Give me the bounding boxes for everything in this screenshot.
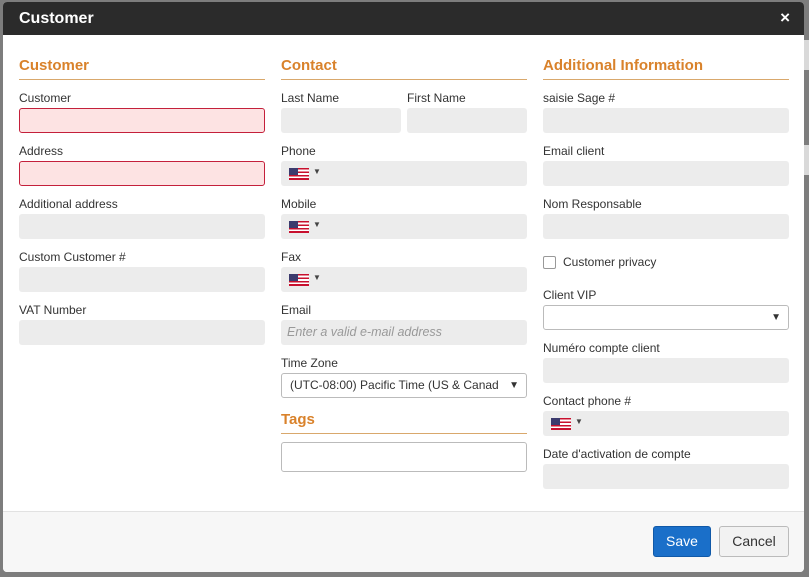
custom-customer-input[interactable] — [19, 267, 265, 292]
vat-label: VAT Number — [19, 303, 87, 317]
custom-customer-label: Custom Customer # — [19, 250, 126, 264]
save-button[interactable]: Save — [653, 526, 711, 557]
additional-info-section-title: Additional Information — [543, 57, 789, 80]
chevron-down-icon: ▼ — [575, 417, 583, 426]
mobile-label: Mobile — [281, 197, 317, 211]
additional-address-input[interactable] — [19, 214, 265, 239]
first-name-input[interactable] — [407, 108, 527, 133]
date-activation-label: Date d'activation de compte — [543, 447, 691, 461]
vat-input[interactable] — [19, 320, 265, 345]
saisie-sage-label: saisie Sage # — [543, 91, 616, 105]
customer-label: Customer — [19, 91, 72, 105]
us-flag-icon — [551, 418, 571, 430]
fax-input[interactable]: ▼ — [281, 267, 527, 292]
modal-title: Customer — [19, 10, 94, 27]
us-flag-icon — [289, 168, 309, 180]
email-client-input[interactable] — [543, 161, 789, 186]
mobile-input[interactable]: ▼ — [281, 214, 527, 239]
email-client-label: Email client — [543, 144, 605, 158]
tags-section-title: Tags — [281, 411, 527, 434]
timezone-select[interactable]: (UTC-08:00) Pacific Time (US & Canad ▼ — [281, 373, 527, 398]
last-name-label: Last Name — [281, 91, 340, 105]
customer-modal: Customer × Customer Customer Address Add… — [3, 2, 804, 572]
chevron-down-icon: ▼ — [509, 380, 519, 391]
us-flag-icon — [289, 274, 309, 286]
client-vip-label: Client VIP — [543, 288, 597, 302]
additional-address-label: Additional address — [19, 197, 118, 211]
contact-phone-label: Contact phone # — [543, 394, 632, 408]
nom-responsable-label: Nom Responsable — [543, 197, 642, 211]
timezone-value: (UTC-08:00) Pacific Time (US & Canad — [290, 378, 499, 392]
customer-privacy-label: Customer privacy — [563, 255, 657, 269]
phone-label: Phone — [281, 144, 316, 158]
phone-input[interactable]: ▼ — [281, 161, 527, 186]
modal-body: Customer Customer Address Additional add… — [3, 35, 804, 511]
email-input[interactable]: Enter a valid e-mail address — [281, 320, 527, 345]
tags-input[interactable] — [281, 442, 527, 472]
nom-responsable-input[interactable] — [543, 214, 789, 239]
address-input[interactable] — [19, 161, 265, 186]
saisie-sage-input[interactable] — [543, 108, 789, 133]
cancel-button[interactable]: Cancel — [719, 526, 789, 557]
contact-phone-input[interactable]: ▼ — [543, 411, 789, 436]
customer-privacy-checkbox[interactable] — [543, 256, 556, 269]
modal-footer: Save Cancel — [3, 511, 804, 572]
last-name-input[interactable] — [281, 108, 401, 133]
timezone-label: Time Zone — [281, 356, 338, 370]
us-flag-icon — [289, 221, 309, 233]
first-name-label: First Name — [407, 91, 466, 105]
numero-compte-label: Numéro compte client — [543, 341, 660, 355]
customer-input[interactable] — [19, 108, 265, 133]
numero-compte-input[interactable] — [543, 358, 789, 383]
modal-header: Customer × — [3, 2, 804, 35]
email-label: Email — [281, 303, 312, 317]
close-icon[interactable]: × — [780, 9, 790, 27]
date-activation-input[interactable] — [543, 464, 789, 489]
chevron-down-icon: ▼ — [313, 220, 321, 229]
address-label: Address — [19, 144, 64, 158]
chevron-down-icon: ▼ — [771, 312, 781, 323]
fax-label: Fax — [281, 250, 302, 264]
customer-section-title: Customer — [19, 57, 265, 80]
chevron-down-icon: ▼ — [313, 167, 321, 176]
contact-section-title: Contact — [281, 57, 527, 80]
chevron-down-icon: ▼ — [313, 273, 321, 282]
client-vip-select[interactable]: ▼ — [543, 305, 789, 330]
